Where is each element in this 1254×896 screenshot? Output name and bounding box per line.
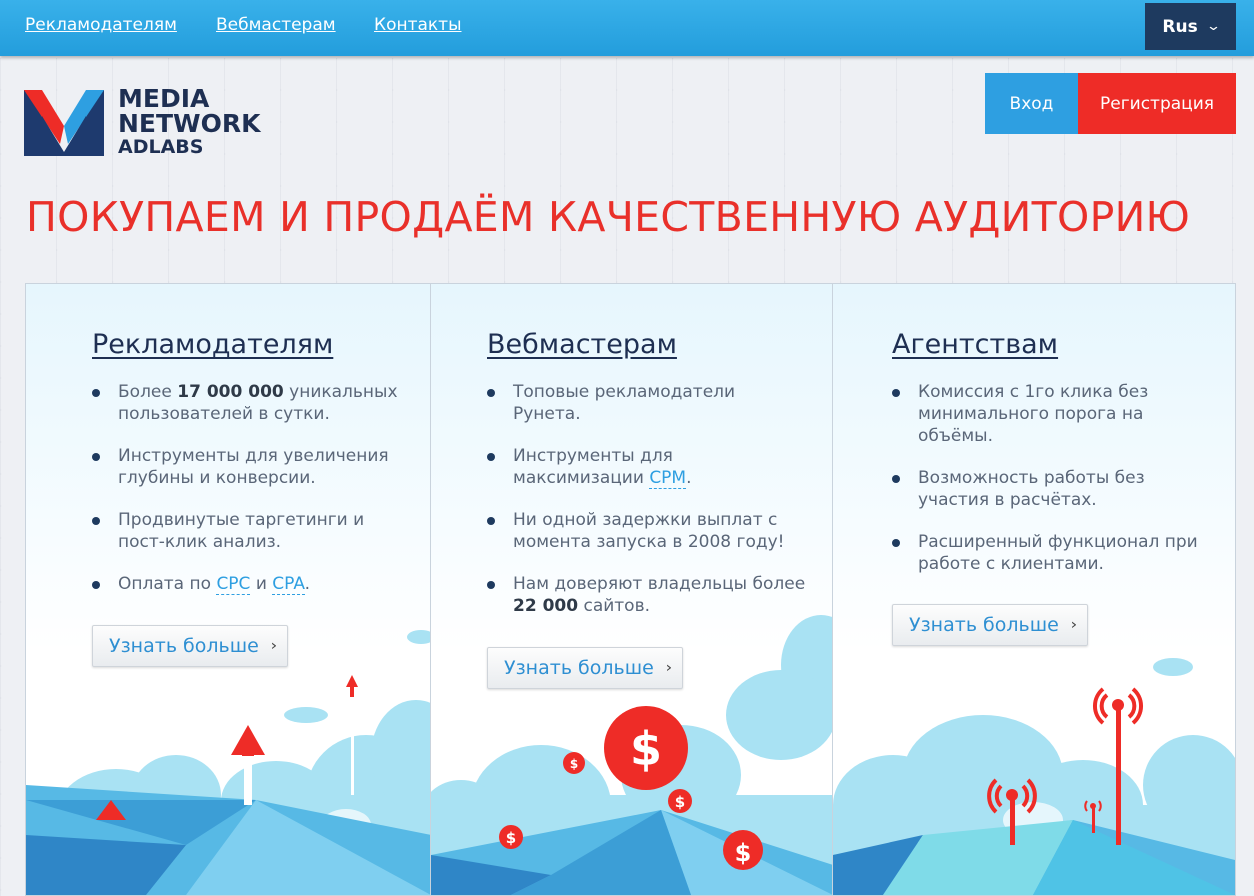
webmasters-feature-list: Топовые рекламодатели Рунета. Инструмент… xyxy=(487,381,807,637)
list-item: Возможность работы без участия в расчёта… xyxy=(892,467,1212,511)
svg-text:$: $ xyxy=(735,839,752,867)
list-item: Более 17 000 000 уникальных пользователе… xyxy=(92,381,402,425)
advertisers-illustration xyxy=(26,630,430,895)
language-selector[interactable]: Rus ⌄ xyxy=(1145,3,1236,50)
panel-advertisers: Рекламодателям Более 17 000 000 уникальн… xyxy=(26,284,431,895)
webmasters-illustration: $ $ $ $ $ xyxy=(431,615,832,895)
logo-text-network: NETWORK xyxy=(118,109,261,138)
logo-m-icon xyxy=(24,90,104,156)
logo-text-adlabs: ADLABS xyxy=(118,136,204,158)
list-item: Продвинутые таргетинги и пост-клик анали… xyxy=(92,509,402,553)
panel-title-webmasters[interactable]: Вебмастерам xyxy=(487,329,677,360)
panel-title-agencies[interactable]: Агентствам xyxy=(892,329,1058,360)
logo[interactable]: MEDIA NETWORK ADLABS xyxy=(20,86,280,160)
svg-text:$: $ xyxy=(570,757,578,771)
chevron-down-icon: ⌄ xyxy=(1205,19,1221,34)
panel-title-advertisers[interactable]: Рекламодателям xyxy=(92,329,333,360)
top-navigation: Рекламодателям Вебмастерам Контакты Rus … xyxy=(0,0,1254,56)
svg-text:$: $ xyxy=(506,829,516,847)
register-button[interactable]: Регистрация xyxy=(1078,73,1236,134)
nav-link-contacts[interactable]: Контакты xyxy=(374,15,462,35)
page-headline: ПОКУПАЕМ И ПРОДАЁМ КАЧЕСТВЕННУЮ АУДИТОРИ… xyxy=(26,193,1191,241)
panel-agencies: Агентствам Комиссия с 1го клика без мини… xyxy=(833,284,1235,895)
agencies-illustration xyxy=(833,658,1235,895)
panel-webmasters: Вебмастерам Топовые рекламодатели Рунета… xyxy=(431,284,833,895)
cpa-term-link[interactable]: CPA xyxy=(272,574,305,595)
cpm-term-link[interactable]: CPM xyxy=(649,468,687,489)
list-item: Ни одной задержки выплат с момента запус… xyxy=(487,509,807,553)
language-label: Rus xyxy=(1162,16,1198,37)
logo-text-media: MEDIA xyxy=(118,84,210,113)
svg-text:$: $ xyxy=(675,793,685,811)
audience-panels: Рекламодателям Более 17 000 000 уникальн… xyxy=(25,283,1236,896)
list-item: Инструменты для максимизации CPM. xyxy=(487,445,807,489)
list-item: Оплата по CPC и CPA. xyxy=(92,573,402,595)
svg-text:$: $ xyxy=(630,722,662,776)
advertisers-feature-list: Более 17 000 000 уникальных пользователе… xyxy=(92,381,402,615)
nav-link-webmasters[interactable]: Вебмастерам xyxy=(216,15,336,35)
cpc-term-link[interactable]: CPC xyxy=(216,574,251,595)
list-item: Топовые рекламодатели Рунета. xyxy=(487,381,807,425)
agencies-feature-list: Комиссия с 1го клика без минимального по… xyxy=(892,381,1212,595)
nav-link-advertisers[interactable]: Рекламодателям xyxy=(25,15,177,35)
list-item: Комиссия с 1го клика без минимального по… xyxy=(892,381,1212,447)
list-item: Расширенный функционал при работе с клие… xyxy=(892,531,1212,575)
list-item: Инструменты для увеличения глубины и кон… xyxy=(92,445,402,489)
login-button[interactable]: Вход xyxy=(985,73,1078,134)
